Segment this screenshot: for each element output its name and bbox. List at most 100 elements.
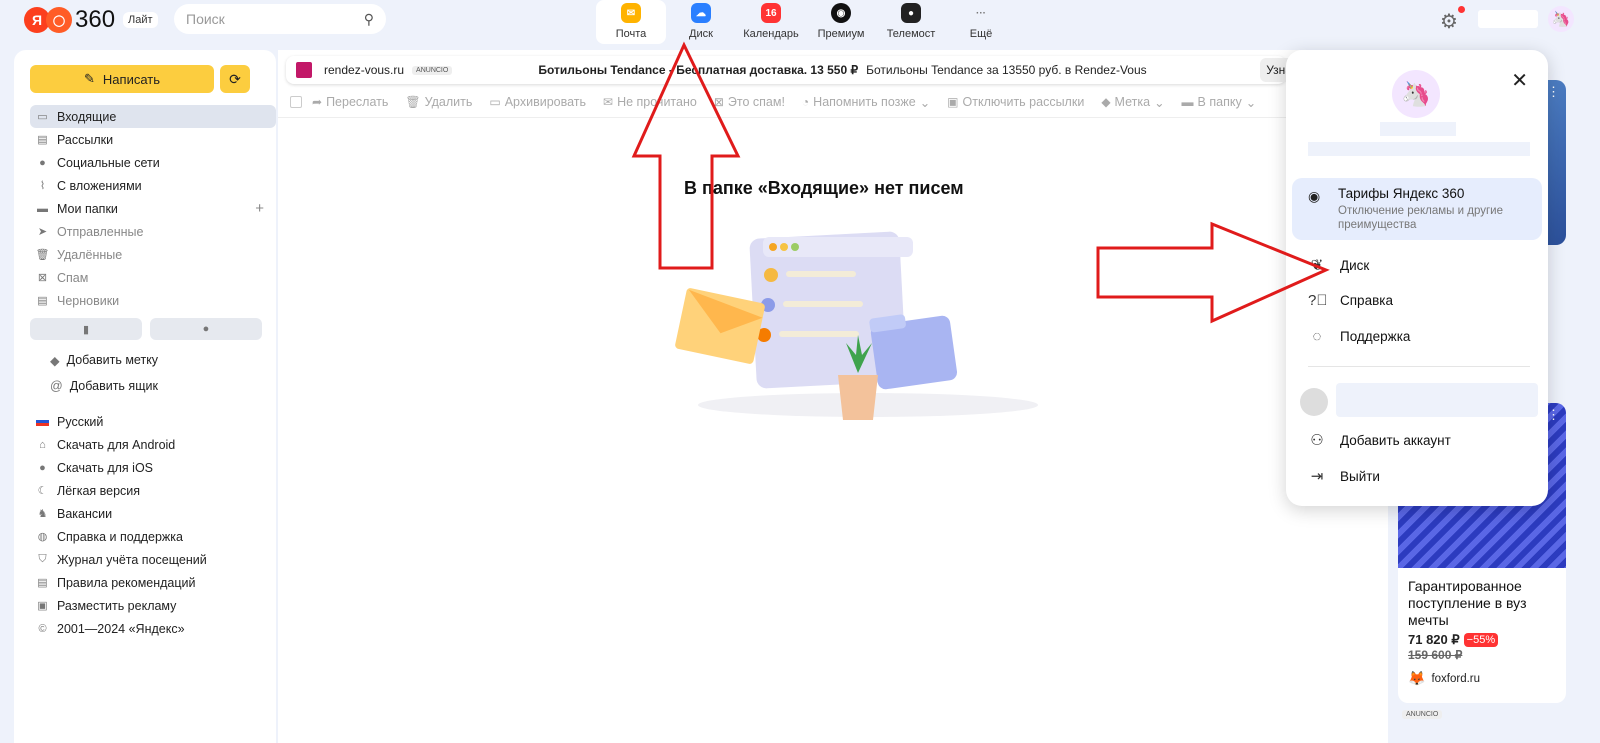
lite-version-link[interactable]: ☾ Лёгкая версия bbox=[30, 479, 276, 502]
label-button[interactable]: ◆ Метка ⌄ bbox=[1101, 95, 1164, 110]
menu-logout[interactable]: ⇥ Выйти bbox=[1308, 467, 1380, 485]
sent-icon: ➤ bbox=[37, 226, 48, 238]
user-name-box[interactable] bbox=[1478, 10, 1538, 28]
close-icon[interactable]: ✕ bbox=[1511, 68, 1528, 93]
disk-app-icon: ☁ bbox=[691, 3, 711, 23]
empty-inbox-illustration bbox=[675, 231, 1038, 420]
menu-label: Добавить аккаунт bbox=[1340, 432, 1451, 448]
search-input[interactable]: Поиск ⚲ bbox=[174, 4, 386, 34]
spam-icon: ⊠ bbox=[37, 272, 48, 284]
delete-button[interactable]: 🗑 Удалить bbox=[405, 95, 472, 109]
empty-folder-message: В папке «Входящие» нет писем bbox=[684, 178, 964, 198]
other-account-avatar[interactable] bbox=[1300, 388, 1328, 416]
toolbar-label: Метка bbox=[1114, 95, 1151, 109]
top-bar: Я ◯ 360 Лайт Поиск ⚲ ✉ Почта ☁ Диск 16 К… bbox=[0, 0, 1600, 48]
folder-my-folders[interactable]: ▬ Мои папки + bbox=[30, 197, 276, 220]
menu-disk[interactable]: ❦ Диск bbox=[1308, 256, 1370, 274]
more-icon[interactable]: ⋮ bbox=[1547, 407, 1560, 423]
dot-icon: ● bbox=[202, 323, 210, 335]
unread-filter-button[interactable]: ● bbox=[150, 318, 262, 340]
add-folder-icon[interactable]: + bbox=[255, 200, 264, 217]
unsubscribe-button[interactable]: ▣ Отключить рассылки bbox=[947, 95, 1084, 109]
app-switcher: ✉ Почта ☁ Диск 16 Календарь ◉ Премиум ● … bbox=[596, 0, 1016, 44]
folder-attachments[interactable]: ⌇ С вложениями bbox=[30, 174, 276, 197]
chat-icon: ◌ bbox=[1312, 328, 1322, 345]
folder-sent[interactable]: ➤ Отправленные bbox=[30, 220, 276, 243]
copyright-icon: © bbox=[38, 622, 47, 635]
jobs-icon: ♞ bbox=[37, 508, 48, 520]
folder-label: Спам bbox=[57, 270, 89, 285]
menu-support[interactable]: ◌ Поддержка bbox=[1308, 328, 1411, 345]
android-icon: ⌂ bbox=[39, 438, 46, 451]
add-box-link[interactable]: @ Добавить ящик bbox=[50, 373, 158, 399]
tariff-title: Тарифы Яндекс 360 bbox=[1338, 186, 1465, 201]
menu-add-account[interactable]: ⚇ Добавить аккаунт bbox=[1308, 431, 1451, 449]
folder-drafts[interactable]: ▤ Черновики bbox=[30, 289, 276, 312]
premium-app-icon: ◉ bbox=[831, 3, 851, 23]
app-calendar[interactable]: 16 Календарь bbox=[736, 0, 806, 44]
ad-card-title: Гарантированное поступление в вуз мечты bbox=[1408, 578, 1527, 628]
more-icon[interactable]: ⋮ bbox=[1547, 84, 1560, 100]
premium-icon: ◉ bbox=[1308, 188, 1321, 204]
ads-icon: ▣ bbox=[37, 600, 48, 612]
select-all-checkbox[interactable] bbox=[290, 96, 302, 108]
app-mail[interactable]: ✉ Почта bbox=[596, 0, 666, 44]
menu-label: Выйти bbox=[1340, 468, 1380, 484]
rules-link[interactable]: ▤ Правила рекомендаций bbox=[30, 571, 276, 594]
folder-list: ▭ Входящие ▤ Рассылки ● Социальные сети ⌇ С … bbox=[30, 105, 276, 312]
popup-divider bbox=[1308, 366, 1530, 367]
compose-button[interactable]: ✎ Написать bbox=[30, 65, 214, 93]
top-ad-banner[interactable]: rendez-vous.ru ANUNCIO Ботильоны Tendanc… bbox=[286, 56, 1298, 84]
bookmark-filter-button[interactable]: ▮ bbox=[30, 318, 142, 340]
help-icon: ◍ bbox=[37, 531, 48, 543]
folder-newsletters[interactable]: ▤ Рассылки bbox=[30, 128, 276, 151]
ads-link[interactable]: ▣ Разместить рекламу bbox=[30, 594, 276, 617]
sidebar: ✎ Написать ⟳ ▭ Входящие ▤ Рассылки ● Социал… bbox=[14, 50, 276, 743]
app-label: Телемост bbox=[886, 28, 936, 40]
spam-icon: ⊠ bbox=[713, 95, 724, 109]
settings-gear-icon[interactable]: ⚙ bbox=[1440, 9, 1458, 34]
add-label-link[interactable]: ◆ Добавить метку bbox=[50, 347, 158, 373]
app-disk[interactable]: ☁ Диск bbox=[666, 0, 736, 44]
user-avatar[interactable]: 🦄 bbox=[1548, 6, 1574, 32]
spam-button[interactable]: ⊠ Это спам! bbox=[714, 95, 785, 109]
footer-label: Вакансии bbox=[57, 506, 113, 521]
popup-avatar[interactable]: 🦄 bbox=[1392, 70, 1440, 118]
app-telemost[interactable]: ● Телемост bbox=[876, 0, 946, 44]
folder-inbox[interactable]: ▭ Входящие bbox=[30, 105, 276, 128]
folder-spam[interactable]: ⊠ Спам bbox=[30, 266, 276, 289]
refresh-icon: ⟳ bbox=[229, 70, 241, 87]
archive-button[interactable]: ▭ Архивировать bbox=[489, 95, 586, 109]
help-link[interactable]: ◍ Справка и поддержка bbox=[30, 525, 276, 548]
app-more[interactable]: ··· Ещё bbox=[946, 0, 1016, 44]
other-account-name[interactable] bbox=[1336, 383, 1538, 417]
android-link[interactable]: ⌂ Скачать для Android bbox=[30, 433, 276, 456]
app-premium[interactable]: ◉ Премиум bbox=[806, 0, 876, 44]
folder-social[interactable]: ● Социальные сети bbox=[30, 151, 276, 174]
folder-trash[interactable]: 🗑 Удалённые bbox=[30, 243, 276, 266]
tariff-item[interactable]: ◉ Тарифы Яндекс 360 Отключение рекламы и… bbox=[1292, 178, 1542, 240]
forward-button[interactable]: ➦ Переслать bbox=[312, 95, 388, 109]
remind-later-button[interactable]: ◔ Напомнить позже ⌄ bbox=[802, 95, 930, 110]
move-to-folder-button[interactable]: ▬ В папку ⌄ bbox=[1182, 95, 1257, 110]
menu-help[interactable]: ?⃝ Справка bbox=[1308, 292, 1393, 309]
search-placeholder: Поиск bbox=[186, 11, 225, 27]
search-icon[interactable]: ⚲ bbox=[364, 11, 374, 28]
compose-icon: ✎ bbox=[84, 71, 95, 86]
jobs-link[interactable]: ♞ Вакансии bbox=[30, 502, 276, 525]
popup-user-name bbox=[1380, 122, 1456, 136]
archive-icon: ▭ bbox=[489, 95, 501, 109]
notification-dot bbox=[1458, 6, 1465, 13]
foxford-logo-icon: 🦊 bbox=[1408, 670, 1426, 686]
folder-label: Черновики bbox=[57, 293, 120, 308]
refresh-button[interactable]: ⟳ bbox=[220, 65, 250, 93]
language-link[interactable]: Русский bbox=[30, 410, 276, 433]
toolbar-label: Это спам! bbox=[727, 95, 785, 109]
toolbar-label: Напомнить позже bbox=[813, 95, 916, 109]
folder-label: Удалённые bbox=[57, 247, 123, 262]
visits-log-link[interactable]: ⛉ Журнал учёта посещений bbox=[30, 548, 276, 571]
yandex360-logo[interactable]: Я ◯ 360 Лайт bbox=[24, 6, 158, 34]
ios-link[interactable]: ● Скачать для iOS bbox=[30, 456, 276, 479]
app-label: Ещё bbox=[969, 28, 993, 40]
unread-button[interactable]: ✉ Не прочитано bbox=[603, 95, 697, 109]
